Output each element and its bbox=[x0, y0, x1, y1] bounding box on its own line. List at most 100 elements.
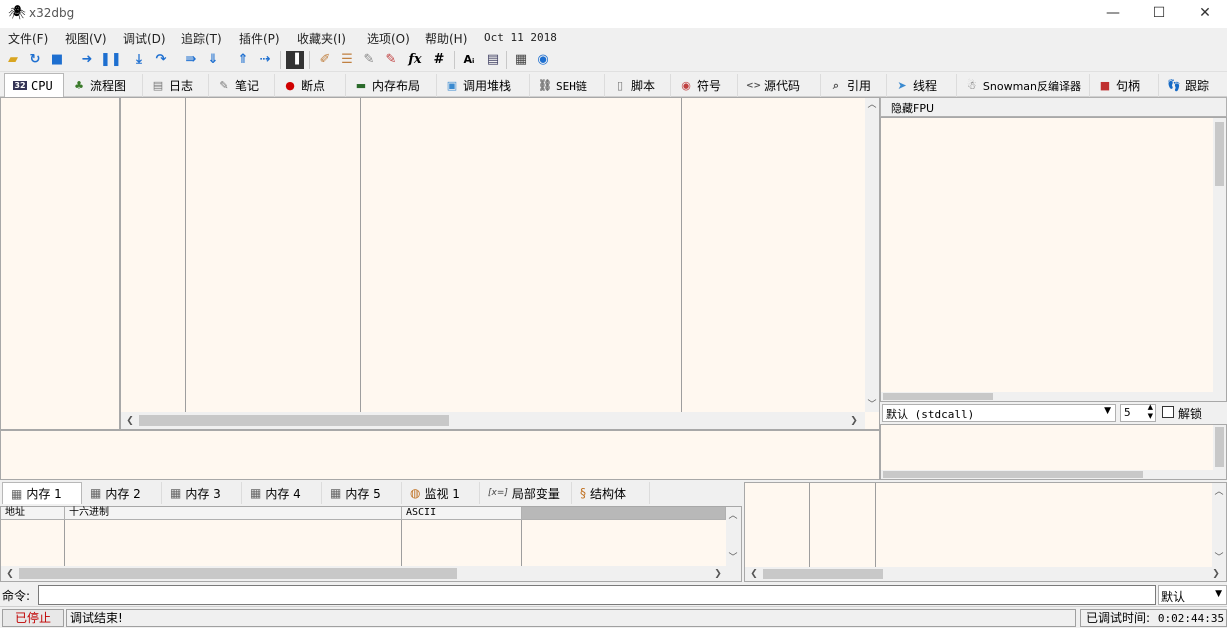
registers-view[interactable] bbox=[880, 117, 1227, 402]
hash-icon[interactable]: # bbox=[430, 51, 448, 69]
calculator-icon[interactable]: ▦ bbox=[512, 51, 530, 69]
menu-view[interactable]: 视图(V) bbox=[65, 30, 107, 47]
scroll-right-icon[interactable]: ❯ bbox=[711, 567, 725, 581]
tab-log[interactable]: ▤ 日志 bbox=[143, 74, 209, 97]
execute-till-return-icon[interactable]: ⇑ bbox=[234, 51, 252, 69]
tab-memory-3[interactable]: ▦ 内存 3 bbox=[162, 482, 242, 504]
tab-symbols[interactable]: ◉ 符号 bbox=[671, 74, 738, 97]
step-into-icon[interactable]: ⤓ bbox=[130, 51, 148, 69]
trace-over-icon[interactable]: ⇓ bbox=[204, 51, 222, 69]
functions-icon[interactable]: fx bbox=[406, 51, 424, 69]
scroll-thumb[interactable] bbox=[1215, 427, 1224, 467]
tab-seh[interactable]: ⛓ SEH链 bbox=[530, 74, 605, 97]
scroll-right-icon[interactable]: ❯ bbox=[1209, 567, 1223, 581]
tab-notes[interactable]: ✎ 笔记 bbox=[209, 74, 275, 97]
tab-breakpoints[interactable]: ● 断点 bbox=[275, 74, 346, 97]
scroll-left-icon[interactable]: ❮ bbox=[123, 414, 137, 428]
menu-debug[interactable]: 调试(D) bbox=[123, 30, 166, 47]
tab-memory-5[interactable]: ▦ 内存 5 bbox=[322, 482, 402, 504]
disassembly-hscrollbar[interactable]: ❮ ❯ bbox=[121, 412, 865, 429]
arg-count-spinbox[interactable]: 5 ▲ ▼ bbox=[1120, 403, 1156, 422]
menu-options[interactable]: 选项(O) bbox=[367, 30, 410, 47]
column-header-ascii[interactable]: ASCII bbox=[402, 507, 522, 520]
stack-view[interactable]: ︿ ﹀ ❮ ❯ bbox=[744, 482, 1227, 582]
command-mode-select[interactable]: 默认 ▼ bbox=[1158, 585, 1227, 605]
tab-graph[interactable]: ♣ 流程图 bbox=[64, 74, 143, 97]
callconv-select[interactable]: 默认 (stdcall) ▼ bbox=[882, 404, 1116, 422]
tab-locals[interactable]: [x=] 局部变量 bbox=[480, 482, 572, 504]
maximize-button[interactable]: ☐ bbox=[1136, 0, 1182, 28]
registers-hscrollbar[interactable] bbox=[881, 392, 1213, 401]
tab-threads[interactable]: ➤ 线程 bbox=[887, 74, 957, 97]
scroll-down-icon[interactable]: ﹀ bbox=[1212, 551, 1226, 565]
scroll-left-icon[interactable]: ❮ bbox=[747, 567, 761, 581]
cpu-sidebar[interactable] bbox=[0, 97, 120, 430]
labels-icon[interactable]: ✎ bbox=[360, 51, 378, 69]
column-header-address[interactable]: 地址 bbox=[1, 507, 65, 520]
dump-vscrollbar[interactable]: ︿ ﹀ bbox=[726, 507, 741, 566]
tab-cpu[interactable]: 32 CPU bbox=[4, 73, 64, 97]
registers-vscrollbar[interactable] bbox=[1213, 118, 1226, 401]
restart-icon[interactable]: ↻ bbox=[26, 51, 44, 69]
tab-source[interactable]: <> 源代码 bbox=[738, 74, 821, 97]
disassembly-vscrollbar[interactable]: ︿ ﹀ bbox=[865, 98, 879, 412]
stop-icon[interactable]: ■ bbox=[48, 51, 66, 69]
scroll-thumb[interactable] bbox=[883, 393, 993, 400]
scroll-thumb[interactable] bbox=[763, 569, 883, 579]
menu-favourites[interactable]: 收藏夹(I) bbox=[297, 30, 346, 47]
scroll-right-icon[interactable]: ❯ bbox=[847, 414, 861, 428]
patch-icon[interactable]: ✐ bbox=[316, 51, 334, 69]
tab-references[interactable]: ⌕ 引用 bbox=[821, 74, 887, 97]
scroll-up-icon[interactable]: ︿ bbox=[726, 509, 740, 523]
scroll-up-icon[interactable]: ︿ bbox=[1212, 485, 1226, 499]
about-icon[interactable]: ◉ bbox=[534, 51, 552, 69]
scroll-thumb[interactable] bbox=[883, 471, 1143, 478]
stack-vscrollbar[interactable]: ︿ ﹀ bbox=[1212, 483, 1226, 567]
tab-memory-2[interactable]: ▦ 内存 2 bbox=[82, 482, 162, 504]
tab-memory-1[interactable]: ▦ 内存 1 bbox=[2, 482, 82, 504]
scroll-thumb[interactable] bbox=[19, 568, 457, 579]
tab-script[interactable]: ▯ 脚本 bbox=[605, 74, 671, 97]
tab-handles[interactable]: ■ 句柄 bbox=[1090, 74, 1159, 97]
tab-snowman[interactable]: ☃ Snowman反编译器 bbox=[957, 74, 1090, 97]
tab-call-stack[interactable]: ▣ 调用堆栈 bbox=[437, 74, 530, 97]
scroll-up-icon[interactable]: ︿ bbox=[865, 98, 879, 112]
hide-fpu-button[interactable]: 隐藏FPU bbox=[891, 100, 934, 116]
column-header-hex[interactable]: 十六进制 bbox=[65, 507, 402, 520]
memory-dump-view[interactable]: 地址 十六进制 ASCII ︿ ﹀ ❮ ❯ bbox=[0, 506, 742, 582]
tab-memory-map[interactable]: ▬ 内存布局 bbox=[346, 74, 437, 97]
menu-plugins[interactable]: 插件(P) bbox=[239, 30, 280, 47]
minimize-button[interactable]: — bbox=[1090, 0, 1136, 28]
run-icon[interactable]: ➜ bbox=[78, 51, 96, 69]
unlock-checkbox[interactable] bbox=[1162, 406, 1174, 418]
stack-hscrollbar[interactable]: ❮ ❯ bbox=[745, 567, 1226, 581]
arguments-vscrollbar[interactable] bbox=[1213, 425, 1226, 479]
scroll-thumb[interactable] bbox=[139, 415, 449, 426]
scroll-down-icon[interactable]: ﹀ bbox=[726, 551, 740, 565]
run-to-selection-icon[interactable]: ▐ bbox=[286, 51, 304, 69]
menu-trace[interactable]: 追踪(T) bbox=[181, 30, 222, 47]
scroll-down-icon[interactable]: ﹀ bbox=[865, 398, 879, 412]
info-box[interactable] bbox=[0, 430, 880, 480]
command-input[interactable] bbox=[38, 585, 1156, 605]
trace-into-icon[interactable]: ⇛ bbox=[182, 51, 200, 69]
tab-struct[interactable]: § 结构体 bbox=[572, 482, 650, 504]
dump-hscrollbar[interactable]: ❮ ❯ bbox=[1, 566, 741, 581]
pause-icon[interactable]: ❚❚ bbox=[100, 51, 122, 69]
run-to-user-code-icon[interactable]: ⇢ bbox=[256, 51, 274, 69]
menu-file[interactable]: 文件(F) bbox=[8, 30, 48, 47]
scroll-thumb[interactable] bbox=[1215, 122, 1224, 186]
open-folder-icon[interactable]: ▰ bbox=[4, 51, 22, 69]
strings-icon[interactable]: Aᵢ bbox=[460, 51, 478, 69]
tab-watch-1[interactable]: ◍ 监视 1 bbox=[402, 482, 480, 504]
arguments-view[interactable] bbox=[880, 424, 1227, 480]
arguments-hscrollbar[interactable] bbox=[881, 470, 1213, 479]
script-icon[interactable]: ▤ bbox=[484, 51, 502, 69]
close-button[interactable]: ✕ bbox=[1182, 0, 1227, 28]
step-over-icon[interactable]: ↷ bbox=[152, 51, 170, 69]
bookmarks-icon[interactable]: ✎ bbox=[382, 51, 400, 69]
comments-icon[interactable]: ☰ bbox=[338, 51, 356, 69]
menu-help[interactable]: 帮助(H) bbox=[425, 30, 467, 47]
disassembly-view[interactable]: ︿ ﹀ ❮ ❯ bbox=[120, 97, 880, 430]
spin-arrows-icon[interactable]: ▲ ▼ bbox=[1148, 403, 1153, 421]
